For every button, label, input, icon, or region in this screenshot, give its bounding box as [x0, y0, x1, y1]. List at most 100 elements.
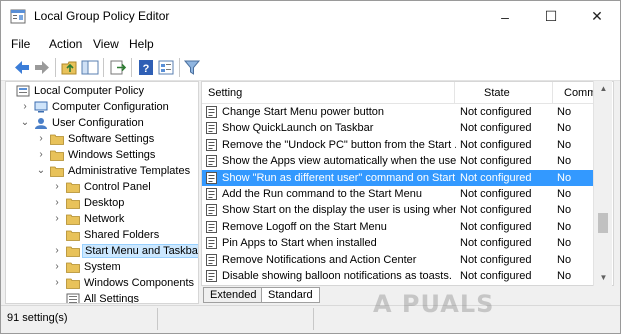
chevron-right-icon[interactable]: ›: [52, 277, 62, 289]
status-text: 91 setting(s): [7, 312, 68, 324]
tab-extended[interactable]: Extended: [203, 287, 264, 303]
back-arrow-icon[interactable]: [13, 59, 31, 76]
chevron-right-icon[interactable]: ›: [52, 181, 62, 193]
setting-state: Not configured: [460, 138, 532, 151]
folder-icon: [66, 214, 80, 225]
setting-state: Not configured: [460, 237, 532, 250]
filter-icon[interactable]: [183, 59, 201, 76]
setting-state: Not configured: [460, 188, 532, 200]
tree-label: System: [84, 261, 121, 273]
tree-label: Windows Components: [84, 277, 195, 289]
folder-icon: [50, 134, 64, 145]
setting-name: Show the Apps view automatically when th…: [222, 155, 456, 168]
setting-comment: No: [557, 106, 572, 118]
scroll-thumb[interactable]: [598, 213, 608, 233]
user-icon: [35, 118, 47, 129]
setting-comment: No: [557, 237, 572, 250]
table-row[interactable]: Show "Run as different user" command on …: [202, 169, 602, 186]
chevron-right-icon[interactable]: ›: [52, 245, 62, 257]
chevron-right-icon[interactable]: ›: [36, 133, 46, 145]
column-divider[interactable]: [552, 82, 553, 104]
chevron-down-icon[interactable]: ⌄: [36, 165, 46, 177]
column-header-setting[interactable]: Setting: [208, 87, 242, 99]
setting-state: Not configured: [460, 171, 532, 184]
watermark-logo: A PUALS: [373, 290, 495, 318]
table-row[interactable]: Change Start Menu power button Not config…: [202, 104, 602, 120]
setting-comment: No: [557, 253, 572, 266]
close-button[interactable]: ✕: [574, 1, 620, 32]
tree-label: Windows Settings: [68, 149, 156, 161]
tree-label: Local Computer Policy: [34, 85, 145, 97]
toolbar-separator: [103, 58, 104, 77]
table-row[interactable]: Show Start on the display the user is us…: [202, 202, 602, 218]
setting-comment: No: [557, 122, 572, 135]
export-list-icon[interactable]: [109, 59, 127, 76]
tree-label: Desktop: [84, 197, 125, 209]
policy-setting-icon: [206, 138, 217, 151]
setting-state: Not configured: [460, 253, 532, 266]
folder-icon: [66, 198, 80, 209]
scroll-down-icon[interactable]: ▼: [594, 270, 613, 286]
folder-icon: [66, 262, 80, 273]
folder-icon: [66, 278, 80, 289]
up-folder-icon[interactable]: [61, 59, 79, 76]
tree-label: Network: [84, 213, 125, 225]
setting-name: Pin Apps to Start when installed: [222, 237, 377, 250]
navigation-tree[interactable]: Local Computer Policy › Computer Configu…: [5, 81, 199, 304]
menu-view[interactable]: View: [93, 37, 119, 51]
toolbar-separator: [55, 58, 56, 77]
column-divider[interactable]: [454, 82, 455, 104]
menu-help[interactable]: Help: [129, 37, 154, 51]
table-row[interactable]: Remove Logoff on the Start Menu Not confi…: [202, 219, 602, 235]
policy-setting-icon: [206, 220, 217, 233]
policy-setting-icon: [206, 237, 217, 250]
table-row[interactable]: Show the Apps view automatically when th…: [202, 153, 602, 169]
table-row[interactable]: Show QuickLaunch on Taskbar Not configure…: [202, 120, 602, 136]
chevron-right-icon[interactable]: ›: [52, 261, 62, 273]
table-row[interactable]: Add the Run command to the Start Menu Not…: [202, 186, 602, 202]
chevron-right-icon[interactable]: ›: [52, 213, 62, 225]
settings-list[interactable]: Setting State Comment Change Start Menu …: [201, 81, 614, 286]
folder-icon: [66, 182, 80, 193]
setting-state: Not configured: [460, 270, 532, 282]
table-row[interactable]: Pin Apps to Start when installed Not conf…: [202, 235, 602, 251]
chevron-right-icon[interactable]: ›: [52, 197, 62, 209]
group-policy-app-icon: [10, 9, 26, 24]
setting-name: Disable showing balloon notifications as…: [222, 270, 452, 282]
tab-standard[interactable]: Standard: [261, 287, 320, 303]
folder-icon: [50, 166, 64, 177]
menu-bar: File Action View Help: [1, 32, 620, 54]
folder-open-icon: [66, 246, 80, 257]
tree-label: Administrative Templates: [68, 165, 191, 177]
maximize-button[interactable]: ☐: [528, 1, 574, 32]
folder-icon: [66, 230, 80, 241]
table-row[interactable]: Disable showing balloon notifications as…: [202, 268, 602, 284]
chevron-right-icon[interactable]: ›: [20, 101, 30, 113]
maximize-icon: ☐: [544, 8, 558, 24]
policy-setting-icon: [206, 171, 217, 184]
table-row[interactable]: Remove the "Undock PC" button from the S…: [202, 137, 602, 153]
setting-name: Change Start Menu power button: [222, 106, 385, 118]
column-header-state[interactable]: State: [484, 87, 510, 99]
menu-action[interactable]: Action: [49, 37, 82, 51]
scroll-up-icon[interactable]: ▲: [594, 81, 613, 97]
minimize-button[interactable]: –: [482, 1, 528, 32]
show-hide-tree-icon[interactable]: [81, 59, 99, 76]
setting-name: Show "Run as different user" command on …: [222, 171, 456, 184]
menu-file[interactable]: File: [11, 37, 30, 51]
setting-name: Remove Notifications and Action Center: [222, 253, 417, 266]
help-icon[interactable]: ?: [137, 59, 155, 76]
window: Local Group Policy Editor – ☐ ✕ File Act…: [0, 0, 621, 334]
setting-name: Show Start on the display the user is us…: [222, 204, 456, 217]
tree-label: Shared Folders: [84, 229, 160, 241]
policy-setting-icon: [206, 106, 217, 118]
list-header: Setting State Comment: [202, 82, 612, 104]
chevron-right-icon[interactable]: ›: [36, 149, 46, 161]
vertical-scrollbar[interactable]: ▲ ▼: [593, 81, 612, 286]
properties-icon[interactable]: [157, 59, 175, 76]
chevron-down-icon[interactable]: ⌄: [20, 117, 30, 129]
setting-name: Remove Logoff on the Start Menu: [222, 220, 387, 233]
status-separator: [157, 308, 158, 330]
forward-arrow-icon[interactable]: [33, 59, 51, 76]
table-row[interactable]: Remove Notifications and Action Center No…: [202, 252, 602, 268]
